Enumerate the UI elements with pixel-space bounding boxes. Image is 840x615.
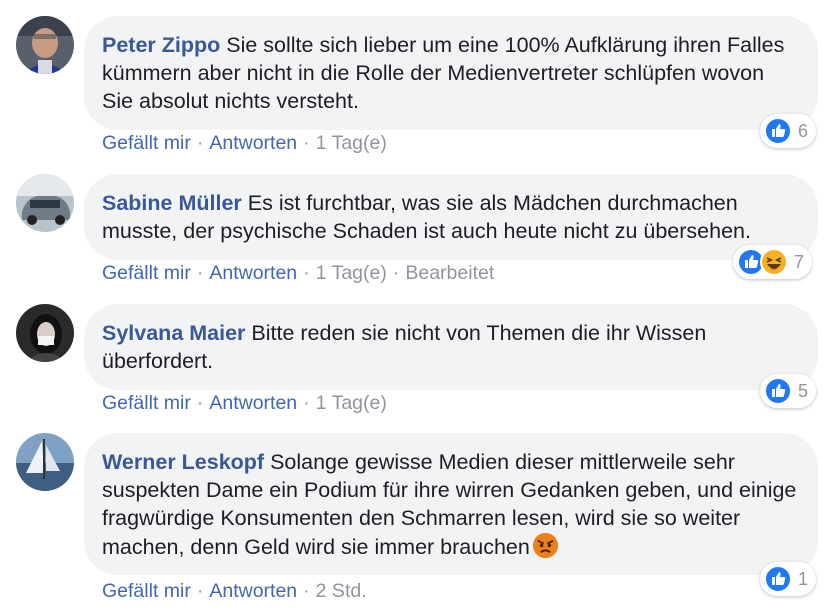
comment-bubble: Sylvana Maier Bitte reden sie nicht von … [84,304,818,390]
separator: · [196,392,204,414]
avatar-image [16,304,74,362]
comment-actions: Gefällt mir · Antworten · 1 Tag(e) · Bearbeite… [102,262,494,285]
separator: · [196,580,204,602]
comment-actions: Gefällt mir · Antworten · 1 Tag(e) [102,132,387,155]
angry-face-emoji [532,532,558,559]
reply-link[interactable]: Antworten [209,580,297,602]
reaction-count: 7 [794,251,805,272]
reply-link[interactable]: Antworten [209,392,297,414]
edited-label[interactable]: Bearbeitet [405,262,494,284]
reply-link[interactable]: Antworten [209,262,297,284]
comment-author[interactable]: Peter Zippo [102,33,220,57]
separator: · [196,262,204,284]
like-icon [764,117,792,145]
comment-bubble: Peter Zippo Sie sollte sich lieber um ei… [84,16,818,130]
timestamp[interactable]: 1 Tag(e) [316,392,387,414]
avatar[interactable] [16,16,74,74]
avatar[interactable] [16,174,74,232]
timestamp[interactable]: 1 Tag(e) [316,132,387,154]
avatar-image [16,433,74,491]
separator: · [303,392,310,414]
reaction-count: 1 [798,568,809,589]
separator: · [303,262,310,284]
reaction-count: 6 [798,120,809,141]
avatar-image [16,16,74,74]
avatar[interactable] [16,433,74,491]
reactions-badge[interactable]: 5 [760,374,817,408]
reactions-badge[interactable]: 1 [760,562,817,596]
reactions-badge[interactable]: 7 [733,245,813,279]
comment-author[interactable]: Sabine Müller [102,191,242,215]
like-link[interactable]: Gefällt mir [102,392,191,414]
separator: · [196,132,204,154]
comment-actions: Gefällt mir · Antworten · 2 Std. [102,580,367,603]
comment-bubble: Werner Leskopf Solange gewisse Medien di… [84,433,818,575]
comment-actions: Gefällt mir · Antworten · 1 Tag(e) [102,392,387,415]
separator: · [392,262,400,284]
reactions-badge[interactable]: 6 [760,114,817,148]
like-link[interactable]: Gefällt mir [102,262,191,284]
separator: · [303,580,310,602]
timestamp[interactable]: 2 Std. [316,580,367,602]
avatar-image [16,174,74,232]
like-icon [764,565,792,593]
separator: · [303,132,310,154]
avatar[interactable] [16,304,74,362]
like-icon [764,377,792,405]
reaction-count: 5 [798,380,809,401]
comment-author[interactable]: Werner Leskopf [102,450,264,474]
like-link[interactable]: Gefällt mir [102,580,191,602]
comment-bubble: Sabine Müller Es ist furchtbar, was sie … [84,174,818,260]
timestamp[interactable]: 1 Tag(e) [316,262,387,284]
comment-author[interactable]: Sylvana Maier [102,321,245,345]
like-link[interactable]: Gefällt mir [102,132,191,154]
reply-link[interactable]: Antworten [209,132,297,154]
haha-icon [760,248,788,276]
